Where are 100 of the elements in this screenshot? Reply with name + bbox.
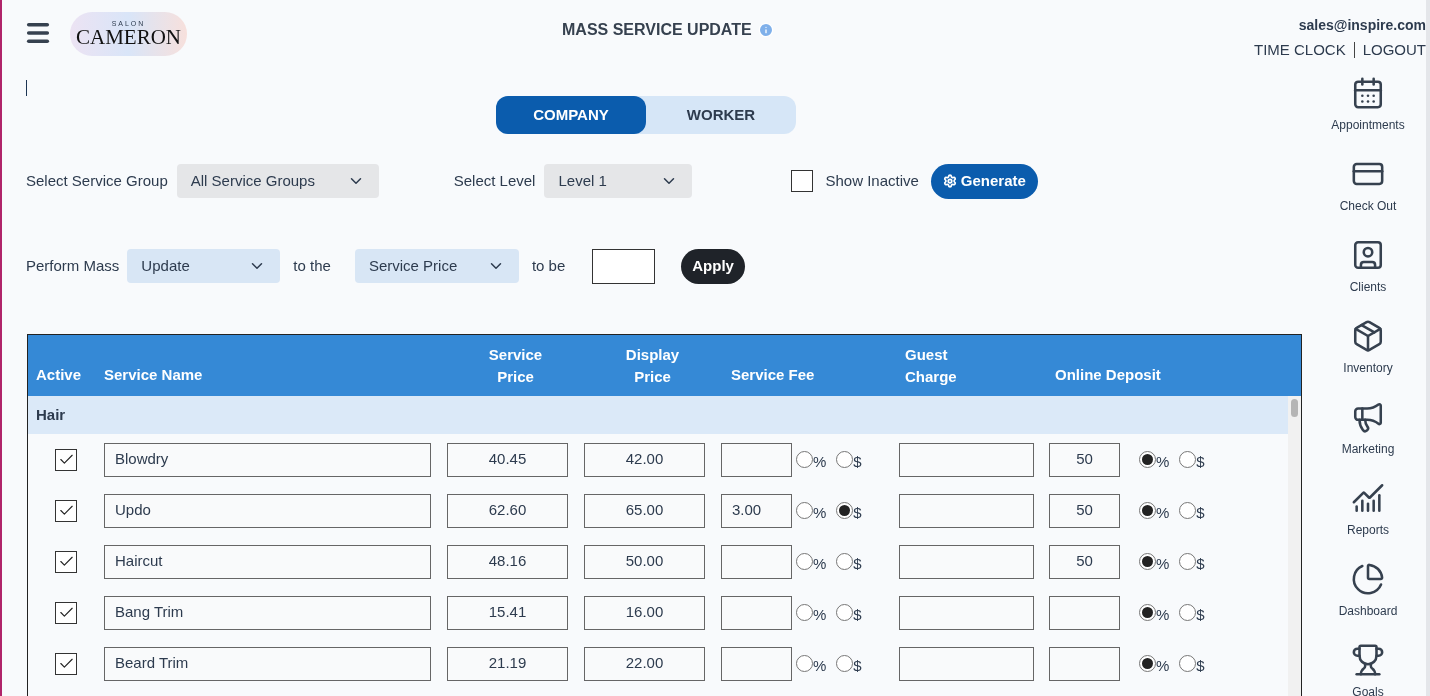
sidebar-nav-item[interactable]: Check Out [1318, 156, 1418, 215]
online-deposit-input[interactable] [1049, 646, 1120, 681]
text-cursor [26, 80, 27, 96]
online-deposit-input[interactable]: 50 [1049, 493, 1120, 528]
radio-label: $ [1196, 505, 1205, 520]
radio-label: % [813, 556, 827, 571]
column-header: Active [35, 364, 83, 385]
radio-button[interactable] [1139, 502, 1156, 519]
checkbox[interactable] [791, 170, 814, 192]
radio-label: % [813, 454, 827, 469]
guest-charge-input[interactable] [899, 544, 1034, 579]
checkbox[interactable] [55, 652, 77, 675]
service-price-input[interactable]: 15.41 [447, 595, 568, 630]
checkbox[interactable] [55, 499, 77, 522]
radio-label: $ [1196, 454, 1205, 469]
mode-tab[interactable]: COMPANY [496, 96, 646, 134]
service-fee-input[interactable] [721, 442, 792, 477]
header-link[interactable]: LOGOUT [1362, 39, 1426, 62]
service-fee-input[interactable] [721, 595, 792, 630]
level-label: Select Level [453, 170, 536, 191]
radio-button[interactable] [1179, 451, 1197, 468]
mode-tab[interactable]: WORKER [646, 96, 796, 134]
display-price-input[interactable]: 65.00 [584, 493, 705, 528]
service-price-input[interactable]: 21.19 [447, 646, 568, 681]
checkbox[interactable] [55, 601, 77, 624]
service-group-select[interactable]: All Service Groups [176, 164, 379, 198]
service-name-input[interactable]: Updo [104, 493, 431, 528]
guest-charge-input[interactable] [899, 646, 1034, 681]
service-name-input[interactable]: Bang Trim [104, 595, 431, 630]
radio-button[interactable] [1139, 451, 1156, 468]
display-price-input[interactable]: 42.00 [584, 442, 705, 477]
display-price-input[interactable]: 50.00 [584, 544, 705, 579]
column-header: Guest Charge [904, 344, 958, 387]
to-be-label: to be [531, 255, 566, 276]
header-link[interactable]: TIME CLOCK [1253, 39, 1346, 62]
service-price-input[interactable]: 48.16 [447, 544, 568, 579]
scrollbar[interactable] [1288, 396, 1301, 696]
sidebar-nav-item[interactable]: Marketing [1318, 399, 1418, 458]
radio-button[interactable] [1139, 553, 1156, 570]
column-header: Display Price [624, 344, 681, 387]
online-deposit-input[interactable]: 50 [1049, 442, 1120, 477]
column-header: Service Price [487, 344, 544, 387]
radio-button[interactable] [796, 451, 813, 468]
radio-button[interactable] [796, 604, 813, 621]
radio-label: $ [853, 607, 862, 622]
online-deposit-input[interactable] [1049, 595, 1120, 630]
pie-chart-icon [1351, 561, 1385, 596]
sidebar-nav-item[interactable]: Reports [1318, 480, 1418, 539]
service-price-input[interactable]: 62.60 [447, 493, 568, 528]
radio-button[interactable] [836, 655, 854, 672]
radio-button[interactable] [836, 553, 854, 570]
service-name-input[interactable]: Haircut [104, 544, 431, 579]
display-price-input[interactable]: 16.00 [584, 595, 705, 630]
radio-label: $ [853, 454, 862, 469]
radio-button[interactable] [1139, 655, 1156, 672]
radio-label: % [1156, 505, 1170, 520]
generate-button[interactable]: Generate [930, 163, 1038, 199]
guest-charge-input[interactable] [899, 595, 1034, 630]
action-select[interactable]: Update [127, 249, 281, 283]
column-header: Online Deposit [1054, 364, 1161, 385]
radio-button[interactable] [836, 451, 854, 468]
service-fee-input[interactable]: 3.00 [721, 493, 792, 528]
sidebar-nav-item[interactable]: Goals [1318, 642, 1418, 696]
to-the-label: to the [293, 255, 331, 276]
service-fee-input[interactable] [721, 544, 792, 579]
service-name-input[interactable]: Beard Trim [104, 646, 431, 681]
checkbox[interactable] [55, 550, 77, 573]
sidebar-nav-item[interactable]: Appointments [1318, 75, 1418, 134]
radio-button[interactable] [1179, 655, 1197, 672]
display-price-input[interactable]: 22.00 [584, 646, 705, 681]
guest-charge-input[interactable] [899, 442, 1034, 477]
group-label: Hair [36, 404, 66, 425]
service-price-input[interactable]: 40.45 [447, 442, 568, 477]
checkbox[interactable] [55, 448, 77, 471]
radio-button[interactable] [1179, 553, 1197, 570]
online-deposit-input[interactable]: 50 [1049, 544, 1120, 579]
apply-button[interactable]: Apply [681, 248, 745, 284]
radio-button[interactable] [1139, 604, 1156, 621]
level-select[interactable]: Level 1 [544, 164, 693, 198]
user-email: sales@inspire.com [1297, 16, 1426, 35]
sidebar-nav-item[interactable]: Dashboard [1318, 561, 1418, 620]
gear-icon [942, 174, 957, 188]
column-header: Service Name [104, 364, 204, 385]
radio-button[interactable] [836, 502, 854, 519]
service-fee-input[interactable] [721, 646, 792, 681]
radio-label: % [813, 607, 827, 622]
value-input[interactable] [592, 248, 656, 284]
radio-button[interactable] [1179, 604, 1197, 621]
radio-button[interactable] [1179, 502, 1197, 519]
field-select[interactable]: Service Price [354, 249, 519, 283]
sidebar-nav-item[interactable]: Inventory [1318, 318, 1418, 377]
radio-label: % [813, 505, 827, 520]
sidebar-nav-item[interactable]: Clients [1318, 237, 1418, 296]
radio-button[interactable] [796, 553, 813, 570]
radio-button[interactable] [836, 604, 854, 621]
radio-button[interactable] [796, 502, 813, 519]
service-name-input[interactable]: Blowdry [104, 442, 431, 477]
radio-label: $ [1196, 658, 1205, 673]
guest-charge-input[interactable] [899, 493, 1034, 528]
radio-button[interactable] [796, 655, 813, 672]
